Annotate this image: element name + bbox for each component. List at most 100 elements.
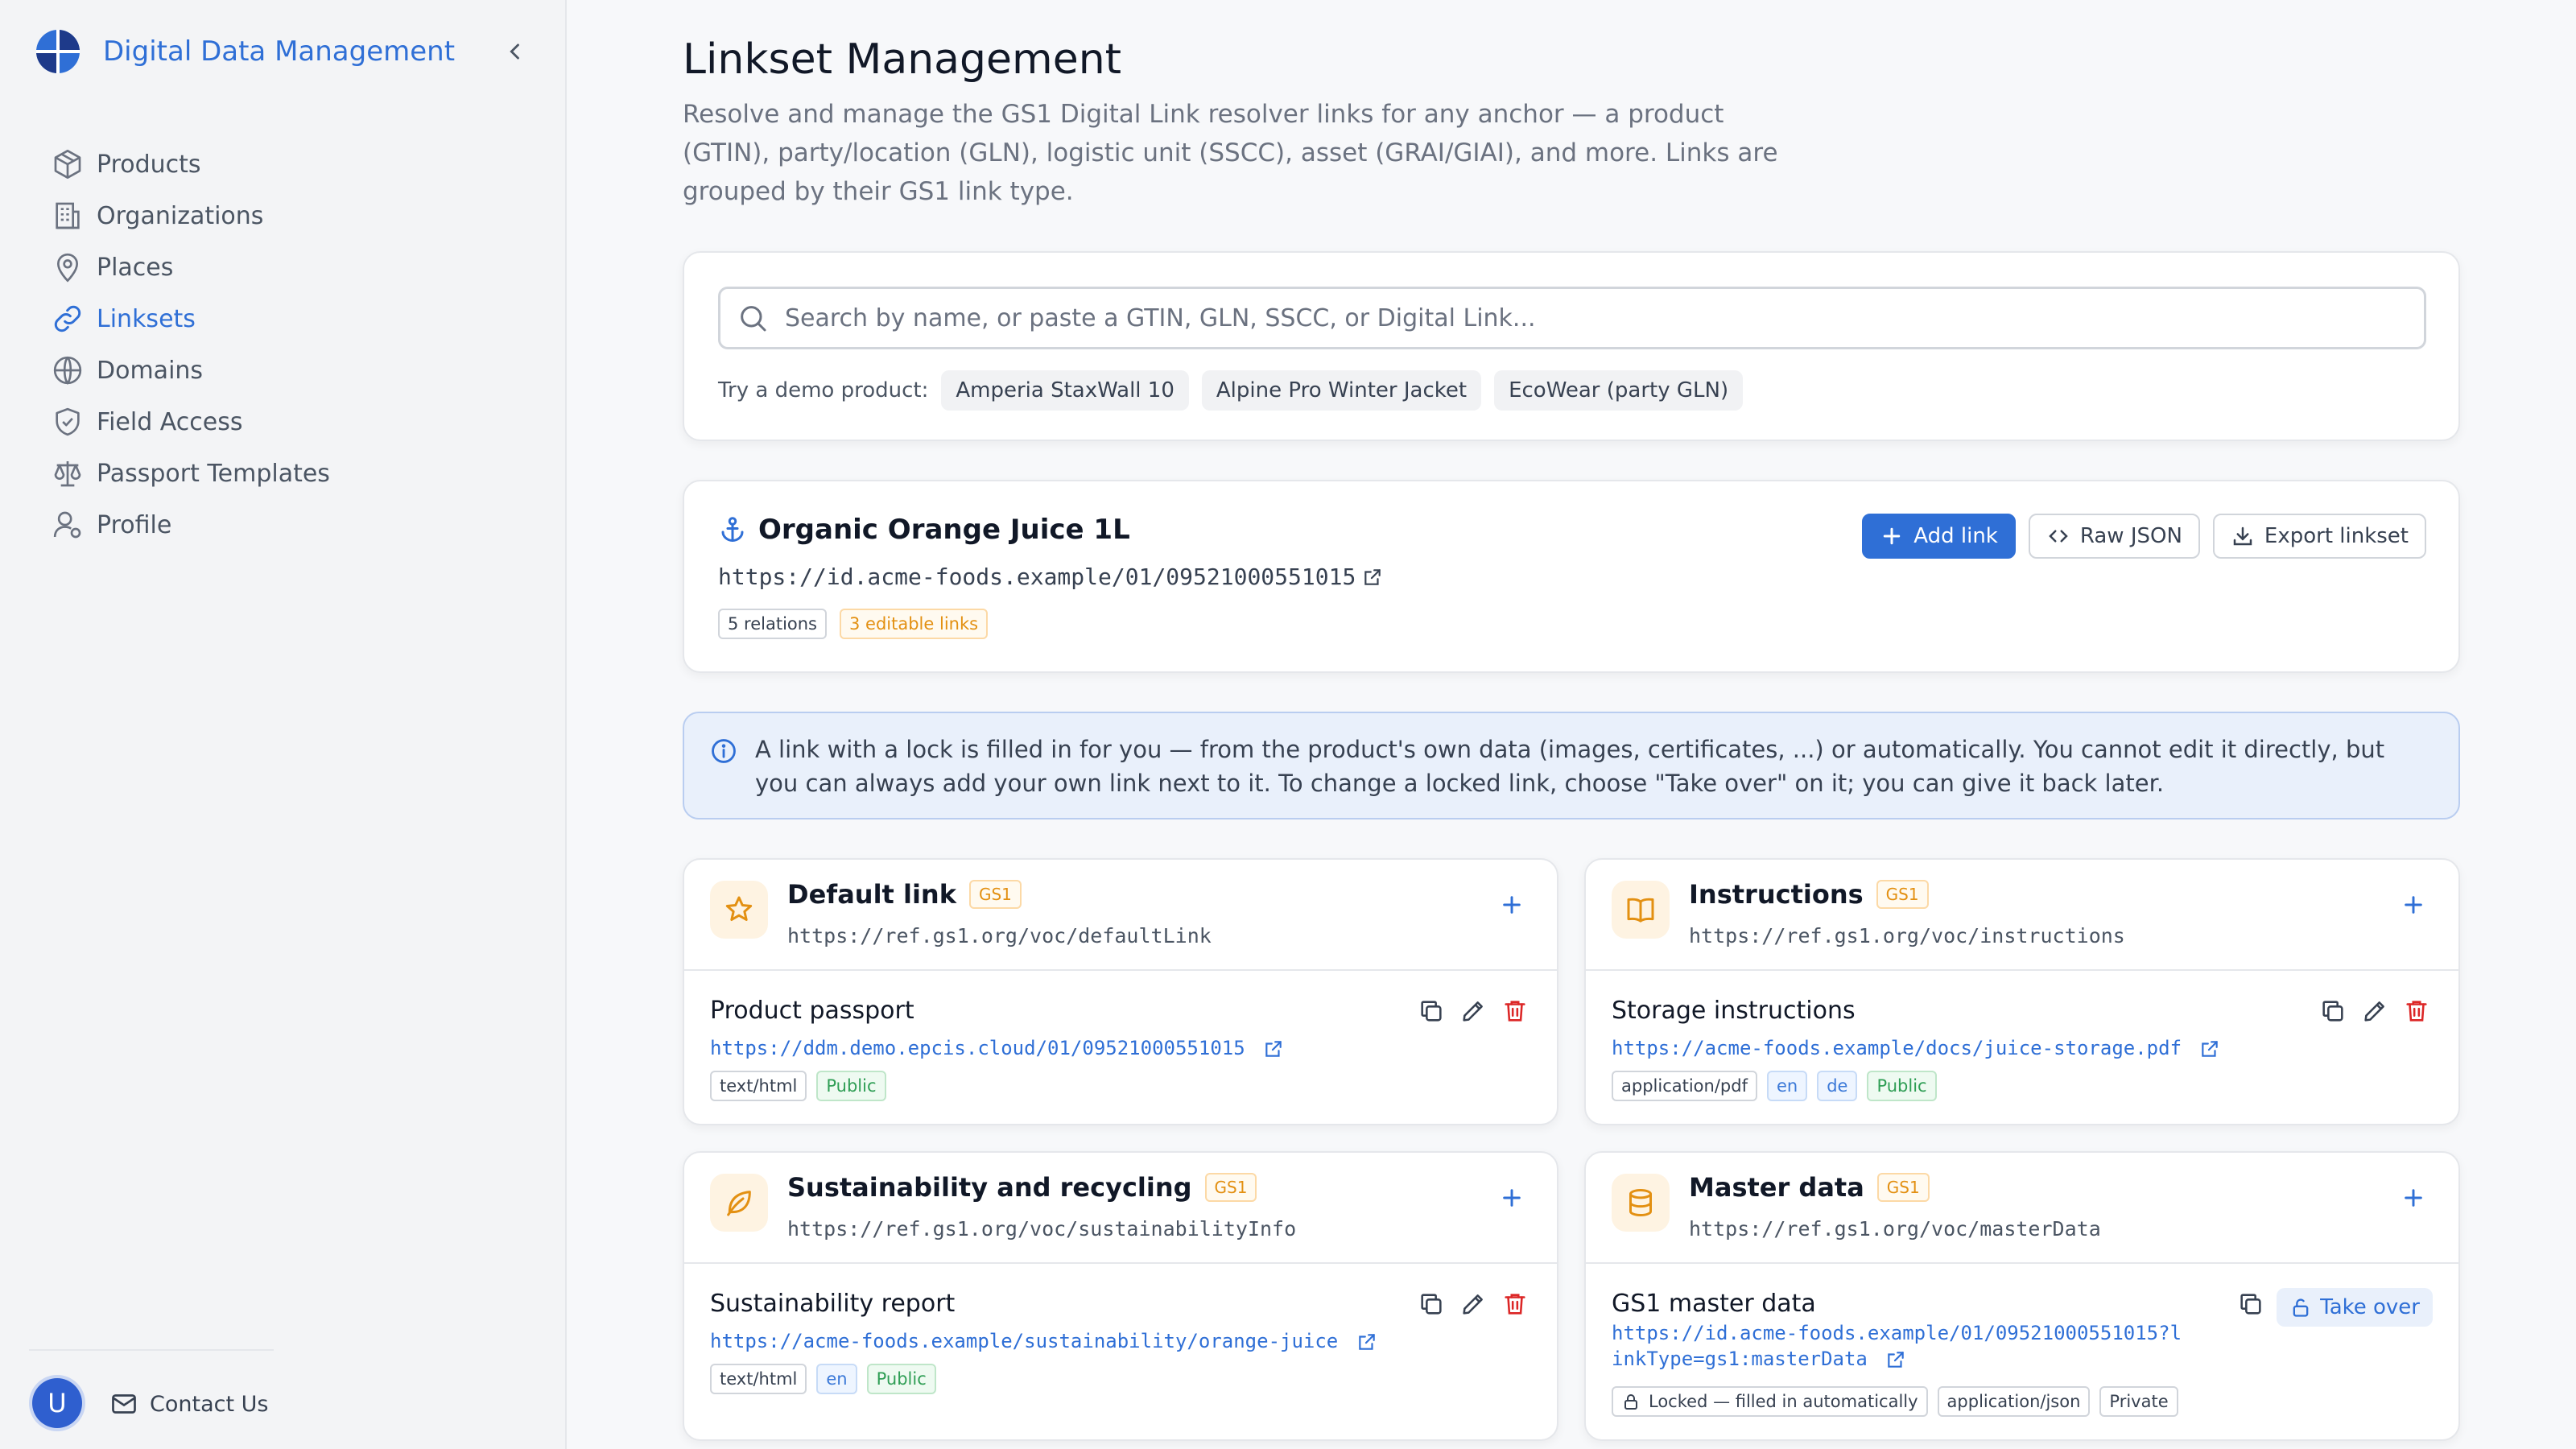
relations-badge: 5 relations	[718, 609, 827, 639]
anchor-url[interactable]: https://id.acme-foods.example/01/0952100…	[718, 564, 1383, 590]
link-type-uri: https://ref.gs1.org/voc/masterData	[1689, 1217, 2101, 1241]
demo-label: Try a demo product:	[718, 378, 929, 402]
copy-icon	[2322, 1001, 2343, 1022]
visibility-badge: Public	[866, 1364, 936, 1394]
link-type-title: Instructions GS1	[1689, 879, 1929, 910]
copy-link-button[interactable]	[2317, 995, 2349, 1027]
sidebar-item-profile[interactable]: Profile	[52, 499, 535, 551]
info-icon	[712, 739, 736, 763]
link-url[interactable]: https://ddm.demo.epcis.cloud/01/09521000…	[710, 1037, 1284, 1059]
sidebar-item-label: Domains	[97, 356, 204, 385]
copy-link-button[interactable]	[2235, 1288, 2267, 1320]
demo-chip[interactable]: Alpine Pro Winter Jacket	[1201, 370, 1482, 411]
add-link-to-type-button[interactable]	[1492, 886, 1531, 924]
edit-link-button[interactable]	[1457, 1288, 1489, 1320]
pencil-icon	[1463, 1294, 1483, 1315]
anchor-actions: Add link Raw JSON Export linkset	[1849, 514, 2426, 559]
sidebar-item-passport-templates[interactable]: Passport Templates	[52, 448, 535, 499]
contact-us-link[interactable]: Contact Us	[109, 1386, 268, 1422]
copy-icon	[2240, 1294, 2261, 1315]
add-link-button[interactable]: Add link	[1862, 514, 2016, 559]
raw-json-label: Raw JSON	[2079, 524, 2182, 548]
mail-icon	[112, 1394, 136, 1414]
locked-badge: Locked — filled in automatically	[1612, 1386, 1928, 1417]
search-box[interactable]	[718, 287, 2426, 349]
link-type-title-text: Master data	[1689, 1172, 1864, 1203]
sidebar-item-places[interactable]: Places	[52, 242, 535, 293]
external-link-icon[interactable]	[2199, 1038, 2220, 1059]
export-linkset-label: Export linkset	[2264, 524, 2409, 548]
chevron-left-icon	[510, 43, 519, 60]
add-link-to-type-button[interactable]	[2394, 1179, 2433, 1217]
demo-chip[interactable]: Amperia StaxWall 10	[941, 370, 1189, 411]
link-url-text: https://ddm.demo.epcis.cloud/01/09521000…	[710, 1037, 1245, 1059]
delete-link-button[interactable]	[1499, 995, 1531, 1027]
book-icon	[1627, 898, 1654, 923]
page-title: Linkset Management	[683, 35, 1122, 84]
link-url[interactable]: https://id.acme-foods.example/01/0952100…	[1612, 1320, 2191, 1372]
edit-link-button[interactable]	[1457, 995, 1489, 1027]
trash-icon	[1505, 1294, 1525, 1315]
link-type-header: Master data GS1 https://ref.gs1.org/voc/…	[1586, 1153, 2458, 1264]
plus-icon	[2405, 896, 2422, 914]
link-type-title: Master data GS1	[1689, 1172, 1930, 1203]
link-url[interactable]: https://acme-foods.example/sustainabilit…	[710, 1330, 1377, 1352]
delete-link-button[interactable]	[1499, 1288, 1531, 1320]
add-link-to-type-button[interactable]	[1492, 1179, 1531, 1217]
link-type-card-instructions: Instructions GS1 https://ref.gs1.org/voc…	[1584, 858, 2460, 1125]
map-pin-icon	[56, 253, 79, 283]
link-badges: Locked — filled in automatically applica…	[1612, 1386, 2188, 1417]
plus-icon	[1884, 527, 1901, 545]
link-badges: text/html en Public	[710, 1364, 946, 1394]
star-icon	[725, 896, 753, 921]
link-url-text: https://acme-foods.example/docs/juice-st…	[1612, 1037, 2182, 1059]
gs1-badge: GS1	[1876, 880, 1929, 909]
anchor-title: Organic Orange Juice 1L	[718, 514, 1130, 546]
anchor-badges: 5 relations 3 editable links	[718, 609, 1001, 639]
external-link-icon[interactable]	[1885, 1349, 1906, 1370]
link-actions	[1406, 995, 1531, 1027]
app-logo-icon	[36, 30, 80, 73]
export-linkset-button[interactable]: Export linkset	[2212, 514, 2426, 559]
link-icon	[54, 305, 81, 332]
link-type-icon-wrap	[1612, 1174, 1670, 1232]
link-type-uri: https://ref.gs1.org/voc/sustainabilityIn…	[787, 1217, 1297, 1241]
language-badge: de	[1817, 1071, 1858, 1101]
language-badge: en	[1766, 1071, 1808, 1101]
sidebar-item-label: Organizations	[97, 201, 264, 230]
copy-link-button[interactable]	[1415, 1288, 1447, 1320]
sidebar-item-linksets[interactable]: Linksets	[52, 293, 535, 345]
search-card: Try a demo product: Amperia StaxWall 10 …	[683, 251, 2460, 441]
sidebar-item-products[interactable]: Products	[52, 138, 535, 190]
brand[interactable]: Digital Data Management	[35, 29, 455, 74]
sidebar-item-organizations[interactable]: Organizations	[52, 190, 535, 242]
demo-chip[interactable]: EcoWear (party GLN)	[1494, 370, 1744, 411]
link-type-header: Default link GS1 https://ref.gs1.org/voc…	[684, 860, 1557, 971]
external-link-icon[interactable]	[1362, 567, 1383, 588]
external-link-icon[interactable]	[1356, 1331, 1377, 1352]
info-text: A link with a lock is filled in for you …	[755, 736, 2385, 797]
link-type-icon-wrap	[710, 1174, 768, 1232]
raw-json-button[interactable]: Raw JSON	[2028, 514, 2200, 559]
sidebar-item-label: Products	[97, 150, 201, 179]
external-link-icon[interactable]	[1263, 1038, 1284, 1059]
gs1-badge: GS1	[1204, 1173, 1257, 1202]
delete-link-button[interactable]	[2401, 995, 2433, 1027]
search-input[interactable]	[785, 303, 2314, 332]
copy-link-button[interactable]	[1415, 995, 1447, 1027]
edit-link-button[interactable]	[2359, 995, 2391, 1027]
add-link-to-type-button[interactable]	[2394, 886, 2433, 924]
box-icon	[54, 150, 81, 180]
sidebar-item-field-access[interactable]: Field Access	[52, 396, 535, 448]
sidebar-divider	[29, 1349, 274, 1351]
link-url[interactable]: https://acme-foods.example/docs/juice-st…	[1612, 1037, 2220, 1059]
take-over-button[interactable]: Take over	[2277, 1288, 2433, 1327]
info-banner: A link with a lock is filled in for you …	[683, 712, 2460, 819]
collapse-sidebar-button[interactable]	[499, 35, 531, 68]
trash-icon	[2406, 1001, 2427, 1022]
locked-badge-label: Locked — filled in automatically	[1649, 1392, 1918, 1411]
avatar[interactable]: U	[32, 1378, 82, 1428]
sidebar-item-domains[interactable]: Domains	[52, 345, 535, 396]
link-type-icon-wrap	[1612, 881, 1670, 939]
link-type-header: Sustainability and recycling GS1 https:/…	[684, 1153, 1557, 1264]
